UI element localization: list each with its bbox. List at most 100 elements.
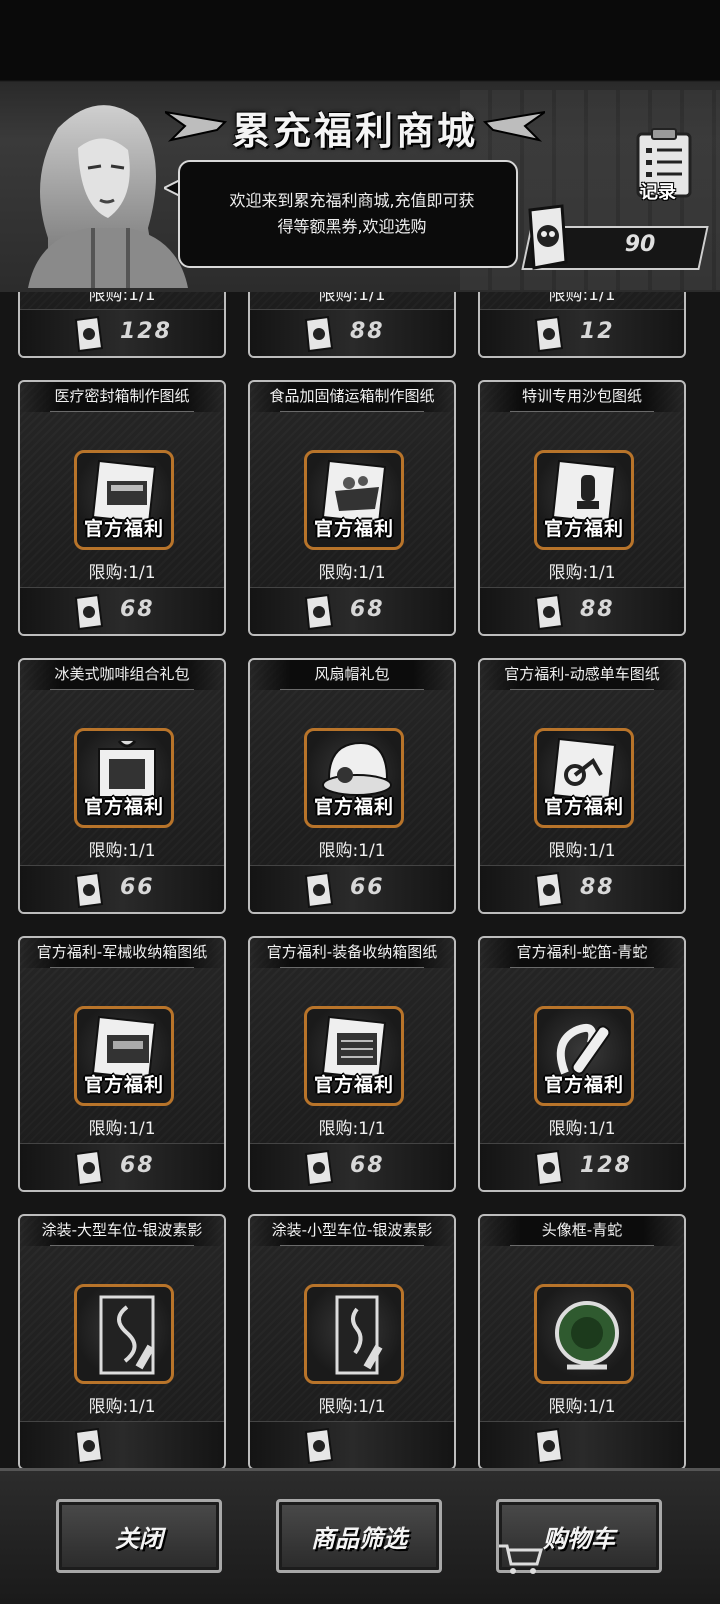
purchase-limit: 限购:1/1	[548, 563, 616, 583]
ticket-price-icon	[534, 1150, 564, 1186]
price-value: 88	[580, 875, 615, 900]
product-card-partial[interactable]: 限购:1/1 12	[478, 292, 686, 358]
price-bar: 68	[250, 1143, 454, 1190]
price-value: 88	[580, 597, 615, 622]
shop-header: 累充福利商城 欢迎来到累充福利商城,充值即可获 得等额黑券,欢迎选购 记录 90	[0, 0, 720, 292]
ticket-price-icon	[304, 1428, 334, 1464]
ticket-price-icon	[74, 316, 104, 352]
product-card[interactable]: 官方福利-军械收纳箱图纸 官方福利 限购:1/1 68	[18, 936, 226, 1192]
product-icon-frame: 官方福利	[534, 1006, 634, 1106]
price-value: 68	[350, 597, 385, 622]
ticket-price-icon	[74, 594, 104, 630]
product-icon-frame: 官方福利	[74, 728, 174, 828]
purchase-limit: 限购:1/1	[318, 563, 386, 583]
product-card[interactable]: 特训专用沙包图纸 官方福利 限购:1/1 88	[478, 380, 686, 636]
ticket-price-icon	[74, 1428, 104, 1464]
welcome-text-line2: 得等额黑券,欢迎选购	[277, 217, 427, 236]
price-bar	[250, 1421, 454, 1468]
welfare-tag: 官方福利	[313, 518, 394, 540]
product-name: 官方福利-军械收纳箱图纸	[20, 938, 224, 968]
ticket-price-icon	[534, 872, 564, 908]
welfare-tag: 官方福利	[313, 796, 394, 818]
price-bar: 68	[250, 587, 454, 634]
welfare-tag: 官方福利	[543, 796, 624, 818]
purchase-limit: 限购:1/1	[548, 1397, 616, 1417]
black-ticket-icon	[528, 204, 568, 270]
welfare-tag: 官方福利	[83, 518, 164, 540]
price-value: 128	[120, 319, 172, 344]
purchase-limit: 限购:1/1	[318, 841, 386, 861]
purchase-limit: 限购:1/1	[318, 292, 386, 305]
product-grid: 限购:1/1 128 限购:1/1 88 限购:1/1 12 医疗密封箱制作图纸…	[0, 292, 720, 1468]
product-card[interactable]: 官方福利-蛇笛-青蛇 官方福利 限购:1/1 128	[478, 936, 686, 1192]
price-bar: 66	[250, 865, 454, 912]
ticket-price-icon	[534, 1428, 564, 1464]
product-icon-frame: 官方福利	[304, 450, 404, 550]
product-name: 食品加固储运箱制作图纸	[250, 382, 454, 412]
purchase-limit: 限购:1/1	[548, 292, 616, 305]
purchase-limit: 限购:1/1	[88, 841, 156, 861]
ticket-price-icon	[304, 594, 334, 630]
price-bar: 88	[250, 309, 454, 356]
product-card[interactable]: 涂装-小型车位-银波素影 限购:1/1	[248, 1214, 456, 1468]
welcome-text-line1: 欢迎来到累充福利商城,充值即可获	[229, 191, 475, 210]
product-card[interactable]: 头像框-青蛇 限购:1/1	[478, 1214, 686, 1468]
product-icon-frame: 官方福利	[74, 1006, 174, 1106]
product-icon-frame	[74, 1284, 174, 1384]
close-button[interactable]: 关闭	[56, 1499, 222, 1573]
product-card[interactable]: 食品加固储运箱制作图纸 官方福利 限购:1/1 68	[248, 380, 456, 636]
product-name: 头像框-青蛇	[480, 1216, 684, 1246]
purchase-limit: 限购:1/1	[318, 1119, 386, 1139]
product-card[interactable]: 官方福利-装备收纳箱图纸 官方福利 限购:1/1 68	[248, 936, 456, 1192]
purchase-limit: 限购:1/1	[88, 1397, 156, 1417]
product-filter-button[interactable]: 商品筛选	[276, 1499, 442, 1573]
product-card-partial[interactable]: 限购:1/1 128	[18, 292, 226, 358]
product-name: 涂装-小型车位-银波素影	[250, 1216, 454, 1246]
price-value: 88	[350, 319, 385, 344]
title-wing-right	[482, 111, 545, 142]
product-name: 涂装-大型车位-银波素影	[20, 1216, 224, 1246]
paint-small-slot-icon	[335, 1295, 383, 1375]
price-value: 68	[120, 1153, 155, 1178]
price-bar: 128	[20, 309, 224, 356]
product-icon-frame: 官方福利	[74, 450, 174, 550]
product-name: 官方福利-动感单车图纸	[480, 660, 684, 690]
purchase-limit: 限购:1/1	[88, 1119, 156, 1139]
purchase-limit: 限购:1/1	[88, 292, 156, 305]
product-card[interactable]: 医疗密封箱制作图纸 官方福利 限购:1/1 68	[18, 380, 226, 636]
price-bar: 68	[20, 1143, 224, 1190]
product-name: 特训专用沙包图纸	[480, 382, 684, 412]
price-value: 12	[580, 319, 615, 344]
welfare-tag: 官方福利	[543, 518, 624, 540]
product-card[interactable]: 官方福利-动感单车图纸 官方福利 限购:1/1 88	[478, 658, 686, 914]
purchase-limit: 限购:1/1	[318, 1397, 386, 1417]
record-label[interactable]: 记录	[640, 178, 676, 204]
product-icon-frame	[304, 1284, 404, 1384]
product-card[interactable]: 冰美式咖啡组合礼包 官方福利 限购:1/1 66	[18, 658, 226, 914]
product-card-partial[interactable]: 限购:1/1 88	[248, 292, 456, 358]
close-button-label: 关闭	[115, 1524, 163, 1553]
price-value: 66	[350, 875, 385, 900]
product-name: 医疗密封箱制作图纸	[20, 382, 224, 412]
purchase-limit: 限购:1/1	[88, 563, 156, 583]
ticket-price-icon	[74, 872, 104, 908]
price-value: 128	[580, 1153, 632, 1178]
title-wing-left	[165, 111, 228, 142]
product-name: 风扇帽礼包	[250, 660, 454, 690]
ticket-price-icon	[74, 1150, 104, 1186]
product-card[interactable]: 风扇帽礼包 官方福利 限购:1/1 66	[248, 658, 456, 914]
product-card[interactable]: 涂装-大型车位-银波素影 限购:1/1	[18, 1214, 226, 1468]
price-value: 68	[120, 597, 155, 622]
shopping-cart-button[interactable]: 购物车	[496, 1499, 662, 1574]
shopping-cart-label: 购物车	[543, 1524, 615, 1553]
ticket-price-icon	[304, 872, 334, 908]
product-icon-frame: 官方福利	[534, 450, 634, 550]
product-name: 冰美式咖啡组合礼包	[20, 660, 224, 690]
welcome-speech-bubble: 欢迎来到累充福利商城,充值即可获 得等额黑券,欢迎选购	[178, 160, 518, 268]
bottom-action-bar: 关闭 商品筛选 购物车	[0, 1468, 720, 1604]
price-bar: 12	[480, 309, 684, 356]
balance-value: 90	[624, 232, 656, 257]
shopping-cart-icon	[499, 1544, 543, 1574]
price-value: 66	[120, 875, 155, 900]
welfare-tag: 官方福利	[83, 1074, 164, 1096]
